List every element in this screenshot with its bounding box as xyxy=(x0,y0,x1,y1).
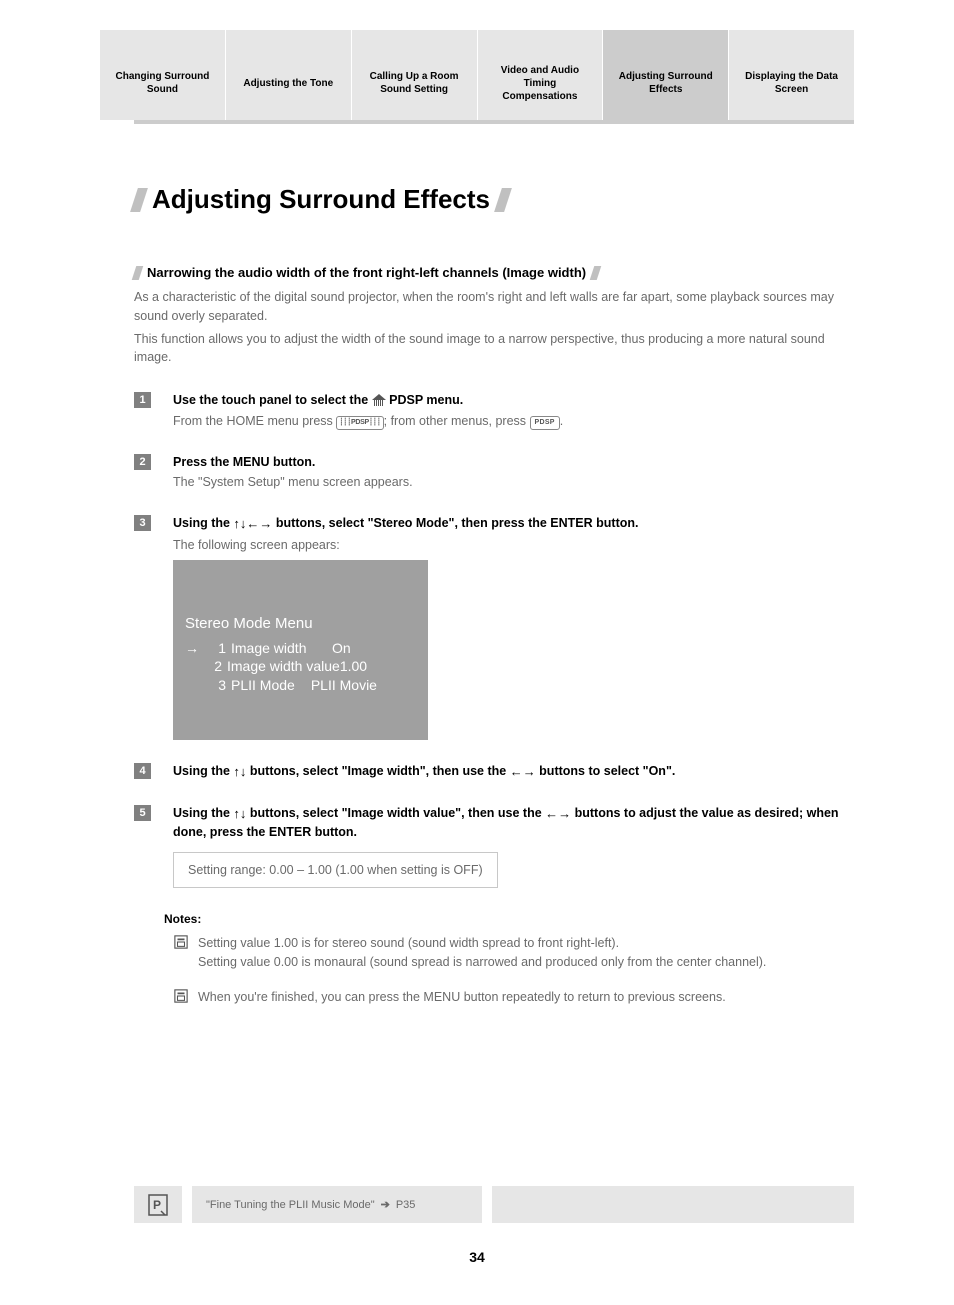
sub-heading: Narrowing the audio width of the front r… xyxy=(147,265,586,280)
note-1-line-1: Setting value 1.00 is for stereo sound (… xyxy=(198,934,766,953)
left-arrow-icon: ← xyxy=(545,806,558,821)
osd-row-1: → 1 Image width On xyxy=(185,639,412,658)
step-3: 3 Using the ↑↓←→ buttons, select "Stereo… xyxy=(134,514,854,740)
step-1: 1 Use the touch panel to select the PDSP… xyxy=(134,391,854,431)
osd-row-3: 3 PLII Mode PLII Movie xyxy=(185,676,412,695)
pdsp-house-icon xyxy=(372,394,386,406)
setting-range-box: Setting range: 0.00 – 1.00 (1.00 when se… xyxy=(173,852,498,888)
slash-icon xyxy=(132,266,144,280)
intro-paragraph-1: As a characteristic of the digital sound… xyxy=(134,288,854,326)
svg-text:P: P xyxy=(153,1198,161,1212)
note-icon xyxy=(174,989,188,1003)
intro-paragraph-2: This function allows you to adjust the w… xyxy=(134,330,854,368)
osd-cursor-icon: → xyxy=(185,639,199,658)
note-2-text: When you're finished, you can press the … xyxy=(198,988,726,1007)
tab-room-sound-setting[interactable]: Calling Up a Room Sound Setting xyxy=(352,30,478,120)
tab-timing-compensations[interactable]: Video and Audio Timing Compensations xyxy=(478,30,604,120)
notes-block: Notes: Setting value 1.00 is for stereo … xyxy=(134,912,854,1006)
step-3-title: Using the ↑↓←→ buttons, select "Stereo M… xyxy=(173,514,854,534)
step-number-2: 2 xyxy=(134,454,151,470)
step-number-5: 5 xyxy=(134,805,151,821)
note-1: Setting value 1.00 is for stereo sound (… xyxy=(174,934,854,972)
osd-row-2: 2 Image width value 1.00 xyxy=(185,657,412,676)
right-arrow-icon: → xyxy=(558,806,571,821)
note-1-line-2: Setting value 0.00 is monaural (sound sp… xyxy=(198,953,766,972)
footer-spacer xyxy=(492,1186,854,1223)
tab-data-screen[interactable]: Displaying the Data Screen xyxy=(729,30,854,120)
right-arrow-icon: → xyxy=(523,764,536,779)
osd-screenshot: Stereo Mode Menu → 1 Image width On 2 Im… xyxy=(173,560,428,740)
note-icon xyxy=(174,935,188,949)
page-number: 34 xyxy=(0,1249,954,1265)
slash-icon xyxy=(590,266,602,280)
page-ref-icon: P xyxy=(134,1186,182,1223)
step-2-desc: The "System Setup" menu screen appears. xyxy=(173,473,854,492)
step-2-title: Press the MENU button. xyxy=(173,453,854,472)
notes-heading: Notes: xyxy=(164,912,854,926)
tab-adjusting-tone[interactable]: Adjusting the Tone xyxy=(226,30,352,120)
left-arrow-icon: ← xyxy=(246,516,259,531)
step-3-desc: The following screen appears: xyxy=(173,536,854,555)
step-5: 5 Using the ↑↓ buttons, select "Image wi… xyxy=(134,804,854,888)
slash-icon xyxy=(494,188,512,212)
right-arrow-icon: ➔ xyxy=(381,1198,390,1211)
step-1-title: Use the touch panel to select the PDSP m… xyxy=(173,391,854,410)
left-arrow-icon: ← xyxy=(510,764,523,779)
tabs-row: Changing Surround Sound Adjusting the To… xyxy=(0,30,954,120)
slash-icon xyxy=(130,188,148,212)
page-title: Adjusting Surround Effects xyxy=(152,184,490,215)
step-2: 2 Press the MENU button. The "System Set… xyxy=(134,453,854,493)
step-5-title: Using the ↑↓ buttons, select "Image widt… xyxy=(173,804,854,842)
step-1-desc: From the HOME menu press ┊┊┊PDSP┊┊┊; fro… xyxy=(173,412,854,431)
step-4-title: Using the ↑↓ buttons, select "Image widt… xyxy=(173,762,854,782)
footer-ref-text[interactable]: "Fine Tuning the PLII Music Mode" ➔ P35 xyxy=(192,1186,482,1223)
osd-title: Stereo Mode Menu xyxy=(185,614,412,634)
tab-changing-surround-sound[interactable]: Changing Surround Sound xyxy=(100,30,226,120)
page-title-row: Adjusting Surround Effects xyxy=(134,184,854,215)
sub-heading-row: Narrowing the audio width of the front r… xyxy=(134,265,854,280)
footer-cross-reference: P "Fine Tuning the PLII Music Mode" ➔ P3… xyxy=(134,1186,854,1223)
note-2: When you're finished, you can press the … xyxy=(174,988,854,1007)
step-4: 4 Using the ↑↓ buttons, select "Image wi… xyxy=(134,762,854,782)
right-arrow-icon: → xyxy=(259,516,272,531)
step-number-1: 1 xyxy=(134,392,151,408)
step-number-4: 4 xyxy=(134,763,151,779)
step-number-3: 3 xyxy=(134,515,151,531)
pdsp-wide-button-icon: ┊┊┊PDSP┊┊┊ xyxy=(336,416,383,431)
pdsp-button-icon: PDSP xyxy=(530,416,560,431)
tab-adjusting-surround-effects[interactable]: Adjusting Surround Effects xyxy=(603,30,729,120)
